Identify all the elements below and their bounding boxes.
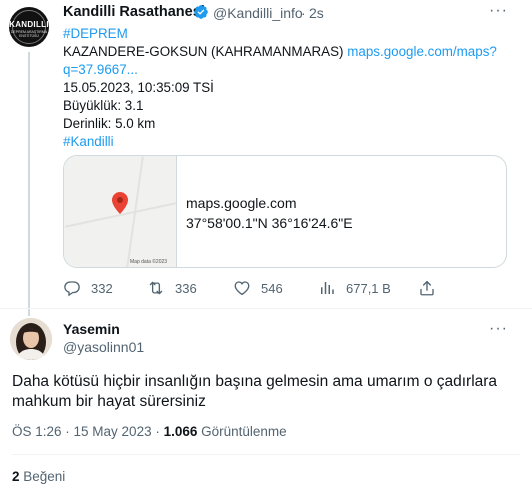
reply-text: Daha kötüsü hiçbir insanlığın başına gel… <box>12 372 512 412</box>
map-thumbnail: Map data ©2023 <box>64 156 177 267</box>
heart-icon <box>234 281 250 296</box>
thread-line <box>28 52 30 316</box>
reply-author-name[interactable]: Yasemin <box>63 321 120 337</box>
more-options-icon[interactable]: ··· <box>489 2 508 20</box>
datetime-text: 15.05.2023, 10:35:09 TSİ <box>63 80 214 95</box>
views-count: 677,1 B <box>346 280 391 296</box>
verified-badge-icon <box>194 5 208 19</box>
map-pin-icon <box>112 192 128 214</box>
retweet-count: 336 <box>175 280 197 296</box>
avatar-subtext: DEPREM ARAŞTIRMA ENSTİTÜSÜ <box>10 30 48 38</box>
card-coords: 37°58'00.1"N 36°16'24.6"E <box>186 215 353 231</box>
reply-text-line: Daha kötüsü hiçbir insanlığın başına gel… <box>12 373 498 390</box>
card-domain: maps.google.com <box>186 195 297 211</box>
share-button[interactable] <box>418 279 436 297</box>
author-handle[interactable]: @Kandilli_info <box>213 5 303 21</box>
avatar[interactable]: KANDILLI DEPREM ARAŞTIRMA ENSTİTÜSÜ <box>9 7 49 47</box>
reply-views-label: Görüntülenme <box>197 424 287 439</box>
views-button[interactable]: 677,1 B <box>318 279 391 297</box>
separator-dot: · <box>301 5 306 21</box>
reply-text-line: mahkum bir hayat sürersiniz <box>12 393 206 410</box>
retweet-button[interactable]: 336 <box>147 279 197 297</box>
divider <box>0 308 532 309</box>
tweet-text: #DEPREM KAZANDERE-GOKSUN (KAHRAMANMARAS)… <box>63 25 503 151</box>
avatar-text: KANDILLI <box>9 20 49 29</box>
link-card[interactable]: Map data ©2023 maps.google.com 37°58'00.… <box>63 155 507 268</box>
reply-views-count: 1.066 <box>163 424 198 439</box>
more-options-icon[interactable]: ··· <box>489 320 508 338</box>
hashtag-deprem[interactable]: #DEPREM <box>63 25 503 43</box>
depth-text: Derinlik: 5.0 km <box>63 116 156 131</box>
like-count: 546 <box>261 280 283 296</box>
user-photo-icon <box>10 318 52 360</box>
reply-likes-label: Beğeni <box>19 469 66 484</box>
location-text: KAZANDERE-GOKSUN (KAHRAMANMARAS) <box>63 44 344 59</box>
reply-count: 332 <box>91 280 113 296</box>
like-button[interactable]: 546 <box>233 279 283 297</box>
magnitude-text: Büyüklük: 3.1 <box>63 98 144 113</box>
reply-avatar[interactable] <box>10 318 52 360</box>
map-credit: Map data ©2023 <box>130 259 168 265</box>
maps-link[interactable]: maps.google.com/maps? <box>347 44 497 59</box>
reply-author-handle[interactable]: @yasolinn01 <box>63 339 144 355</box>
views-icon <box>321 282 334 294</box>
tweet-time[interactable]: 2s <box>309 5 324 21</box>
reply-icon <box>64 281 80 297</box>
reply-meta: ÖS 1:26 · 15 May 2023 · 1.066 Görüntülen… <box>12 424 287 439</box>
reply-timestamp[interactable]: ÖS 1:26 · 15 May 2023 · <box>12 424 164 439</box>
divider <box>12 454 520 455</box>
maps-link-cont[interactable]: q=37.9667... <box>63 61 503 79</box>
hashtag-kandilli[interactable]: #Kandilli <box>63 133 503 151</box>
retweet-icon <box>149 281 163 295</box>
author-name[interactable]: Kandilli Rasathanesi <box>63 4 205 20</box>
reply-likes-count: 2 <box>12 469 20 484</box>
reply-likes[interactable]: 2 Beğeni <box>12 469 65 484</box>
share-icon <box>420 280 434 296</box>
reply-button[interactable]: 332 <box>63 279 113 297</box>
